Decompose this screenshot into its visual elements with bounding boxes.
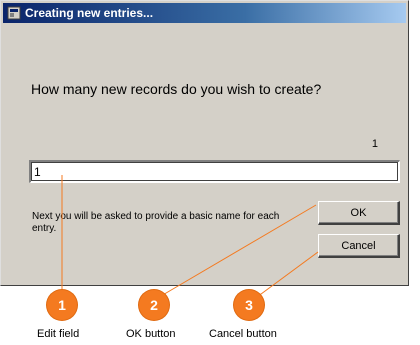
record-count-label: 1 (371, 138, 378, 150)
screenshot-stage: Creating new entries... How many new rec… (0, 0, 420, 345)
cancel-button[interactable]: Cancel (318, 234, 400, 258)
callout-caption-cancel-button: Cancel button (209, 328, 277, 340)
question-text: How many new records do you wish to crea… (31, 81, 322, 97)
ok-button[interactable]: OK (318, 201, 400, 225)
callout-marker-1: 1 (47, 290, 77, 320)
dialog-title: Creating new entries... (25, 6, 154, 20)
title-bar[interactable]: Creating new entries... (3, 3, 406, 23)
callout-marker-2: 2 (139, 290, 169, 320)
hint-text: Next you will be asked to provide a basi… (32, 211, 280, 234)
callout-caption-edit-field: Edit field (37, 328, 80, 340)
callout-caption-ok-button: OK button (126, 328, 176, 340)
app-icon (7, 6, 21, 20)
record-count-field[interactable] (29, 160, 400, 183)
callout-marker-3: 3 (234, 290, 264, 320)
dialog-window: Creating new entries... How many new rec… (0, 0, 409, 286)
